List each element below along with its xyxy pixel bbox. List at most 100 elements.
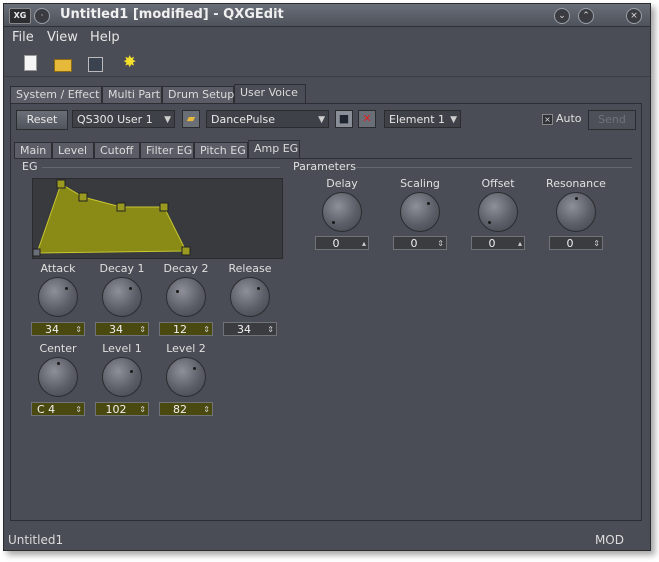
decay2-label: Decay 2: [163, 262, 209, 275]
level1-knob[interactable]: [102, 357, 142, 397]
close-icon[interactable]: ×: [626, 8, 642, 24]
open-folder-icon[interactable]: [54, 59, 72, 72]
auto-checkbox[interactable]: ×: [542, 114, 553, 125]
element-value: Element 1: [389, 113, 446, 126]
eg-envelope-svg: [32, 179, 191, 257]
status-filename: Untitled1: [8, 533, 64, 547]
tab-multi-part[interactable]: Multi Part: [102, 86, 162, 103]
title-bar[interactable]: XG · Untitled1 [modified] - QXGEdit ⌄ ⌃ …: [4, 4, 650, 27]
status-modified: MOD: [594, 533, 624, 547]
menu-view[interactable]: View: [47, 30, 78, 45]
tab-drum-setup[interactable]: Drum Setup: [162, 86, 234, 103]
eg-label: EG: [22, 160, 38, 173]
maximize-icon[interactable]: ⌃: [578, 8, 594, 24]
spin-arrows-icon[interactable]: ⇕: [203, 323, 210, 336]
offset-value: 0: [488, 237, 496, 250]
voice-name-value: DancePulse: [211, 113, 275, 126]
center-spinbox[interactable]: C 4 ⇕: [31, 402, 85, 416]
spin-arrows-icon[interactable]: ⇕: [437, 237, 444, 250]
eg-node-start[interactable]: [32, 248, 41, 257]
parameters-divider: [356, 167, 632, 168]
spin-arrows-icon[interactable]: ⇕: [203, 403, 210, 416]
toolbar: ✸: [4, 50, 650, 76]
tab-filter-eg[interactable]: Filter EG: [140, 142, 194, 159]
eg-node-release[interactable]: [181, 246, 191, 256]
save-disk-icon[interactable]: [88, 57, 103, 72]
eg-node-decay1[interactable]: [78, 192, 88, 202]
spin-arrows-icon[interactable]: ⇕: [139, 323, 146, 336]
offset-knob[interactable]: [478, 192, 518, 232]
eg-envelope-graph[interactable]: [32, 178, 283, 259]
spin-arrows-icon[interactable]: ▴: [518, 237, 522, 250]
tab-user-voice[interactable]: User Voice: [234, 84, 306, 103]
attack-spinbox[interactable]: 34 ⇕: [31, 322, 85, 336]
eg-node-attack[interactable]: [56, 179, 66, 189]
spin-arrows-icon[interactable]: ⇕: [593, 237, 600, 250]
resonance-label: Resonance: [546, 177, 606, 190]
decay1-spinbox[interactable]: 34 ⇕: [95, 322, 149, 336]
tab-system-effect[interactable]: System / Effect: [10, 86, 102, 103]
scaling-knob[interactable]: [400, 192, 440, 232]
decay2-knob[interactable]: [166, 277, 206, 317]
level2-spinbox[interactable]: 82 ⇕: [159, 402, 213, 416]
level1-spinbox[interactable]: 102 ⇕: [95, 402, 149, 416]
save-voice-icon[interactable]: ■: [335, 110, 353, 128]
center-value: C 4: [37, 403, 56, 416]
eg-node-decay2[interactable]: [116, 202, 126, 212]
offset-label: Offset: [481, 177, 515, 190]
spin-arrows-icon[interactable]: ⇕: [267, 323, 274, 336]
decay1-knob[interactable]: [102, 277, 142, 317]
voice-name-combo[interactable]: DancePulse ▼: [206, 110, 329, 128]
new-file-icon[interactable]: [24, 55, 37, 71]
center-knob[interactable]: [38, 357, 78, 397]
app-logo-icon: XG: [9, 8, 31, 24]
app-window: XG · Untitled1 [modified] - QXGEdit ⌄ ⌃ …: [3, 3, 651, 551]
window-title: Untitled1 [modified] - QXGEdit: [60, 7, 284, 22]
level2-value: 82: [173, 403, 187, 416]
star-burst-icon[interactable]: ✸: [123, 54, 139, 70]
level2-label: Level 2: [166, 342, 206, 355]
release-spinbox[interactable]: 34 ⇕: [223, 322, 277, 336]
tab-cutoff[interactable]: Cutoff: [94, 142, 140, 159]
scaling-spinbox[interactable]: 0 ⇕: [393, 236, 447, 250]
menu-help[interactable]: Help: [90, 30, 120, 45]
eg-node-sustain[interactable]: [159, 202, 169, 212]
center-label: Center: [39, 342, 77, 355]
scaling-label: Scaling: [400, 177, 440, 190]
element-combo[interactable]: Element 1 ▼: [384, 110, 461, 128]
delay-spinbox[interactable]: 0 ▴: [315, 236, 369, 250]
tab-pitch-eg[interactable]: Pitch EG: [194, 142, 248, 159]
delete-voice-icon[interactable]: ✕: [358, 110, 376, 128]
eg-envelope-shape: [36, 183, 187, 254]
attack-label: Attack: [40, 262, 76, 275]
bank-combo[interactable]: QS300 User 1 ▼: [72, 110, 175, 128]
spin-arrows-icon[interactable]: ⇕: [139, 403, 146, 416]
chevron-down-icon: ▼: [450, 115, 457, 125]
reset-button[interactable]: Reset: [16, 110, 68, 130]
release-label: Release: [228, 262, 272, 275]
tab-amp-eg[interactable]: Amp EG: [248, 140, 300, 159]
level2-knob[interactable]: [166, 357, 206, 397]
attack-knob[interactable]: [38, 277, 78, 317]
menu-file[interactable]: File: [12, 30, 34, 45]
spin-arrows-icon[interactable]: ⇕: [75, 323, 82, 336]
open-voice-icon[interactable]: ▰: [182, 110, 200, 128]
send-button[interactable]: Send: [588, 110, 636, 130]
resonance-spinbox[interactable]: 0 ⇕: [549, 236, 603, 250]
decay2-spinbox[interactable]: 12 ⇕: [159, 322, 213, 336]
window-menu-icon[interactable]: ·: [34, 8, 50, 24]
tab-main[interactable]: Main: [14, 142, 52, 159]
bank-value: QS300 User 1: [77, 113, 153, 126]
delay-knob[interactable]: [322, 192, 362, 232]
minimize-icon[interactable]: ⌄: [554, 8, 570, 24]
chevron-down-icon: ▼: [318, 115, 325, 125]
scaling-value: 0: [410, 237, 418, 250]
tab-level[interactable]: Level: [52, 142, 94, 159]
delay-label: Delay: [326, 177, 358, 190]
resonance-knob[interactable]: [556, 192, 596, 232]
decay2-value: 12: [173, 323, 187, 336]
spin-arrows-icon[interactable]: ⇕: [75, 403, 82, 416]
release-knob[interactable]: [230, 277, 270, 317]
offset-spinbox[interactable]: 0 ▴: [471, 236, 525, 250]
spin-arrows-icon[interactable]: ▴: [362, 237, 366, 250]
